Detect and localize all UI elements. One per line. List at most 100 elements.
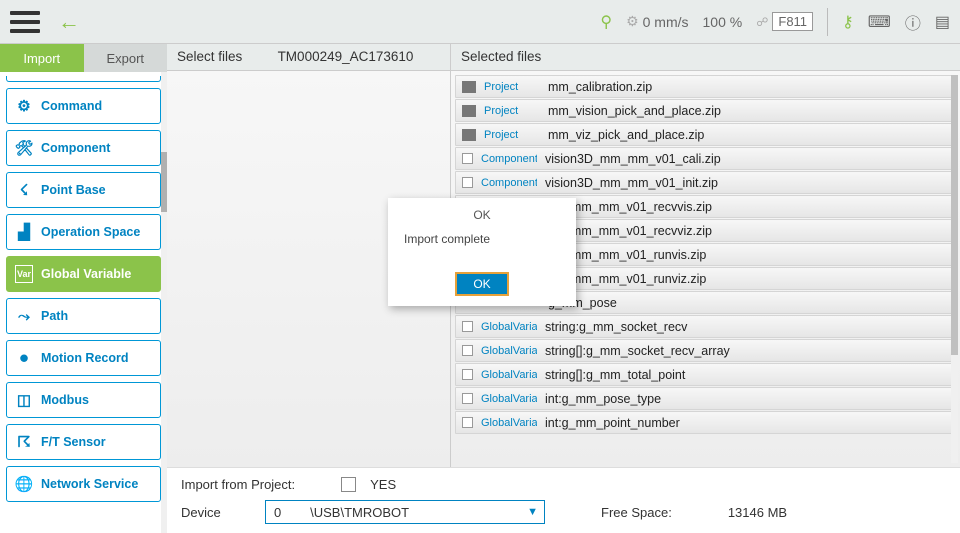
file-type: GlobalVariable: [481, 345, 537, 357]
sidebar-item-network-service[interactable]: 🌐 Network Service: [6, 466, 161, 502]
globe-icon: 🌐: [15, 475, 33, 493]
sidebar-item-label: Network Service: [41, 477, 138, 491]
record-icon: ⏺: [15, 349, 33, 367]
sidebar-item-motion-record[interactable]: ⏺ Motion Record: [6, 340, 161, 376]
file-row[interactable]: GlobalVariable int:g_mm_point_number: [455, 411, 954, 434]
ok-button[interactable]: OK: [455, 272, 508, 296]
sidebar-item-label: Global Variable: [41, 267, 131, 281]
folder-icon: [462, 129, 476, 141]
file-name: vision3D_mm_mm_v01_cali.zip: [545, 152, 721, 166]
sidebar-item-label: Motion Record: [41, 351, 129, 365]
yes-label: YES: [370, 477, 396, 492]
path-icon: ⤳: [15, 307, 33, 325]
speed-icon: ⚙: [626, 13, 639, 30]
sidebar-item-operation-space[interactable]: ▟Operation Space: [6, 214, 161, 250]
file-name: string:g_mm_socket_recv: [545, 320, 687, 334]
checkbox-icon: [462, 417, 473, 428]
column-headers: Select files TM000249_AC173610 Selected …: [167, 44, 960, 70]
device-select[interactable]: 0 \USB\TMROBOT ▼: [265, 500, 545, 524]
free-space-label: Free Space:: [601, 505, 672, 520]
checkbox-icon: [462, 345, 473, 356]
info-icon[interactable]: ⓘ: [905, 10, 921, 34]
file-row[interactable]: Projectmm_calibration.zip: [455, 75, 954, 98]
file-row[interactable]: GlobalVariable string:g_mm_socket_recv: [455, 315, 954, 338]
sidebar-item-label: Modbus: [41, 393, 89, 407]
sidebar-item-label: F/T Sensor: [41, 435, 106, 449]
sidebar-item-label: Point Base: [41, 183, 106, 197]
file-type: Project: [484, 129, 540, 141]
import-from-project-checkbox[interactable]: [341, 477, 356, 492]
sidebar-list: ⚙ Command 🛠Component ☇ Point Base ▟Operati…: [0, 72, 167, 533]
file-type: GlobalVariable: [481, 369, 537, 381]
sidebar-scroll-track: [161, 72, 167, 533]
gear-icon: ⚙: [15, 97, 33, 115]
sidebar-item-partial[interactable]: [6, 76, 161, 82]
import-complete-dialog: OK Import complete OK: [388, 198, 576, 306]
file-name: vision3D_mm_mm_v01_init.zip: [545, 176, 718, 190]
file-type: GlobalVariable: [481, 393, 537, 405]
checkbox-icon: [462, 369, 473, 380]
file-name: string[]:g_mm_total_point: [545, 368, 685, 382]
file-row[interactable]: GlobalVariable string[]:g_mm_socket_recv_…: [455, 339, 954, 362]
file-row[interactable]: Component vision3D_mm_mm_v01_init.zip: [455, 171, 954, 194]
import-from-project-label: Import from Project:: [181, 477, 295, 492]
file-name: string[]:g_mm_socket_recv_array: [545, 344, 730, 358]
sidebar-tabs: Import Export: [0, 44, 167, 72]
tab-export[interactable]: Export: [84, 44, 168, 72]
file-type: GlobalVariable: [481, 321, 537, 333]
sidebar: Import Export ⚙ Command 🛠Component ☇ Point…: [0, 44, 167, 533]
tab-import[interactable]: Import: [0, 44, 84, 72]
space-icon: ▟: [15, 223, 33, 241]
sidebar-item-command[interactable]: ⚙ Command: [6, 88, 161, 124]
checkbox-icon: [462, 153, 473, 164]
speed-status: ⚙ 0 mm/s: [626, 13, 688, 30]
file-row[interactable]: GlobalVariable string[]:g_mm_total_point: [455, 363, 954, 386]
file-row[interactable]: Projectmm_vision_pick_and_place.zip: [455, 99, 954, 122]
link-icon: ☍: [756, 15, 768, 29]
sidebar-item-component[interactable]: 🛠Component: [6, 130, 161, 166]
dialog-title: OK: [388, 198, 576, 230]
file-type: Project: [484, 105, 540, 117]
file-type: Component: [481, 177, 537, 189]
checkbox-icon: [462, 177, 473, 188]
file-row[interactable]: Projectmm_viz_pick_and_place.zip: [455, 123, 954, 146]
sidebar-item-path[interactable]: ⤳ Path: [6, 298, 161, 334]
chevron-down-icon: ▼: [527, 506, 538, 518]
back-arrow-icon[interactable]: ←: [58, 9, 80, 35]
sidebar-item-global-variable[interactable]: Var Global Variable: [6, 256, 161, 292]
files-scroll-thumb[interactable]: [951, 75, 958, 355]
sidebar-item-label: Component: [41, 141, 110, 155]
file-type: GlobalVariable: [481, 417, 537, 429]
sidebar-item-modbus[interactable]: ◫Modbus: [6, 382, 161, 418]
log-icon[interactable]: ▤: [935, 12, 950, 32]
sidebar-item-label: Command: [41, 99, 102, 113]
connection-icon[interactable]: ⚷: [842, 12, 854, 32]
topbar: ← ⚲ ⚙ 0 mm/s 100 % ☍ F811 ⚷ ⌨ ⓘ ▤: [0, 0, 960, 44]
sensor-icon: ☈: [15, 433, 33, 451]
dialog-message: Import complete: [388, 230, 576, 248]
file-name: int:g_mm_pose_type: [545, 392, 661, 406]
file-row[interactable]: GlobalVariable int:g_mm_pose_type: [455, 387, 954, 410]
fcode-status: ☍ F811: [756, 12, 813, 31]
override-percent: 100 %: [703, 14, 743, 30]
sidebar-item-label: Path: [41, 309, 68, 323]
sidebar-scroll-thumb[interactable]: [161, 152, 167, 212]
sidebar-item-ft-sensor[interactable]: ☈ F/T Sensor: [6, 424, 161, 460]
header-selected-files: Selected files: [451, 44, 960, 70]
file-type: Component: [481, 153, 537, 165]
point-icon: ☇: [15, 181, 33, 199]
device-value: 0 \USB\TMROBOT: [274, 505, 409, 520]
sidebar-item-point-base[interactable]: ☇ Point Base: [6, 172, 161, 208]
folder-icon: [462, 105, 476, 117]
device-label: Device: [181, 505, 251, 520]
folder-icon: [462, 81, 476, 93]
file-row[interactable]: Component vision3D_mm_mm_v01_cali.zip: [455, 147, 954, 170]
keyboard-icon[interactable]: ⌨: [868, 12, 891, 32]
menu-icon[interactable]: [10, 11, 40, 33]
var-icon: Var: [15, 265, 33, 283]
checkbox-icon: [462, 321, 473, 332]
fcode-box: F811: [772, 12, 813, 31]
header-select-files: Select files TM000249_AC173610: [167, 44, 451, 70]
file-name: int:g_mm_point_number: [545, 416, 680, 430]
source-folder-name: TM000249_AC173610: [278, 49, 414, 64]
